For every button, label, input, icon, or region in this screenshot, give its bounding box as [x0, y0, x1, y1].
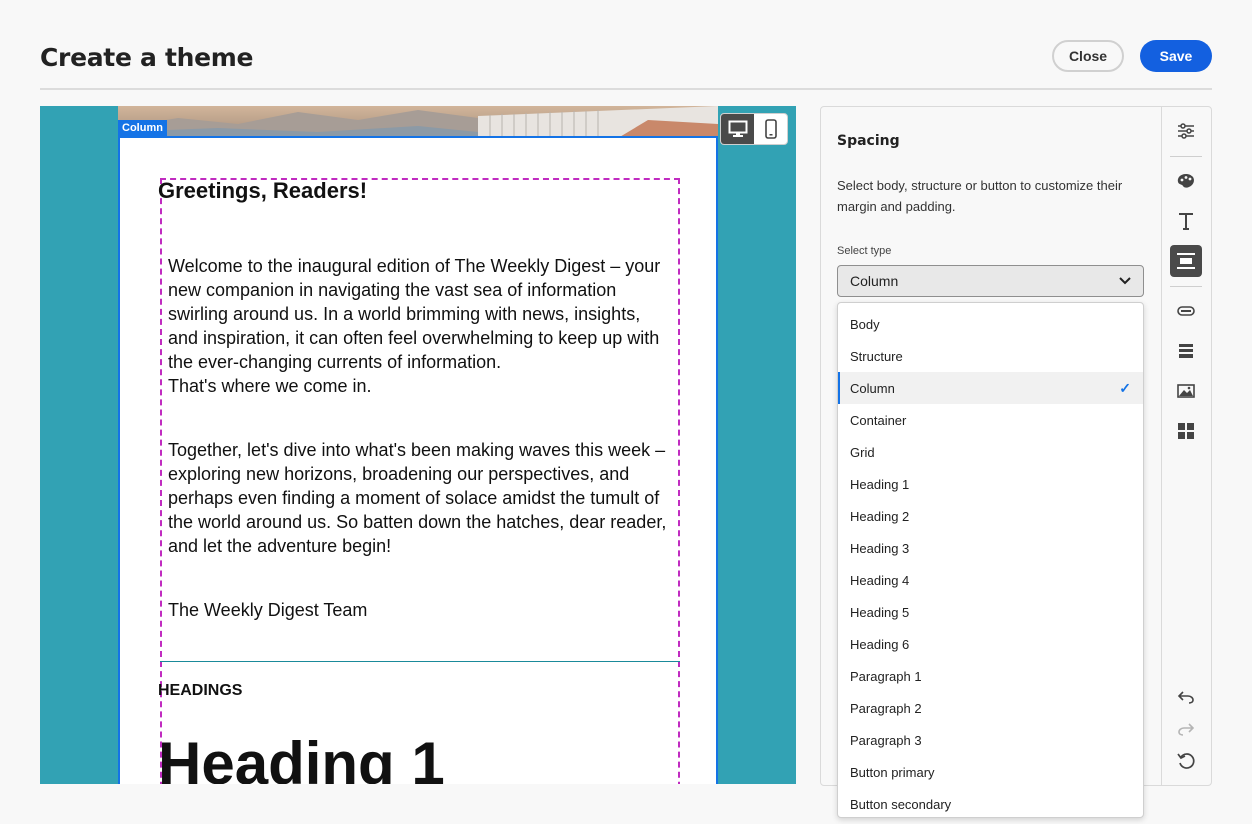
- option-label: Paragraph 2: [850, 700, 922, 716]
- email-preview-canvas[interactable]: Column Greetings, Readers! Welcome to th…: [40, 106, 796, 784]
- option-heading-4[interactable]: Heading 4: [838, 564, 1143, 596]
- option-label: Structure: [850, 348, 903, 364]
- select-type-menu: Body Structure Column ✓ Container Grid He…: [837, 302, 1144, 818]
- option-paragraph-2[interactable]: Paragraph 2: [838, 692, 1143, 724]
- option-grid[interactable]: Grid: [838, 436, 1143, 468]
- option-label: Heading 4: [850, 572, 910, 588]
- select-type-label: Select type: [837, 245, 892, 257]
- option-label: Paragraph 1: [850, 668, 922, 684]
- text-icon: [1179, 213, 1193, 230]
- option-paragraph-1[interactable]: Paragraph 1: [838, 660, 1143, 692]
- email-paragraph-2: Together, let's dive into what's been ma…: [168, 440, 667, 556]
- structure-button[interactable]: [1170, 335, 1202, 367]
- rail-separator: [1170, 156, 1202, 157]
- dialog-header: Create a theme Close Save: [40, 40, 1212, 90]
- option-label: Heading 1: [850, 476, 910, 492]
- option-heading-1[interactable]: Heading 1: [838, 468, 1143, 500]
- close-button[interactable]: Close: [1052, 40, 1124, 72]
- heading-1-sample: Heading 1: [158, 730, 445, 784]
- device-toggle: [720, 113, 788, 145]
- section-divider: [160, 661, 680, 662]
- checkmark-icon: ✓: [1119, 379, 1131, 396]
- option-heading-6[interactable]: Heading 6: [838, 628, 1143, 660]
- mobile-icon: [764, 119, 777, 139]
- settings-sliders-icon: [1178, 123, 1194, 139]
- option-label: Heading 5: [850, 604, 910, 620]
- option-structure[interactable]: Structure: [838, 340, 1143, 372]
- email-signature: The Weekly Digest Team: [168, 600, 368, 620]
- option-label: Button primary: [850, 764, 935, 780]
- hero-image[interactable]: [118, 106, 718, 138]
- typography-button[interactable]: [1170, 205, 1202, 237]
- email-paragraph-1-text: Welcome to the inaugural edition of The …: [168, 256, 661, 372]
- desktop-icon: [728, 120, 747, 137]
- spacing-button[interactable]: [1170, 245, 1202, 277]
- button-style-button[interactable]: [1170, 295, 1202, 327]
- structure-icon: [1179, 344, 1193, 358]
- chevron-down-icon: [1119, 277, 1131, 285]
- email-paragraph-1: Welcome to the inaugural edition of The …: [168, 254, 672, 398]
- option-label: Button secondary: [850, 796, 952, 812]
- select-type-value: Column: [850, 273, 899, 289]
- option-heading-2[interactable]: Heading 2: [838, 500, 1143, 532]
- column-selection-label: Column: [118, 120, 167, 136]
- settings-sliders-button[interactable]: [1170, 115, 1202, 147]
- option-label: Heading 3: [850, 540, 910, 556]
- reset-button[interactable]: [1170, 745, 1202, 777]
- redo-icon: [1178, 723, 1195, 736]
- option-label: Container: [850, 412, 907, 428]
- grid-icon: [1178, 423, 1194, 439]
- grid-button[interactable]: [1170, 415, 1202, 447]
- option-button-primary[interactable]: Button primary: [838, 756, 1143, 788]
- email-paragraph-1-followup: That's where we come in.: [168, 376, 372, 396]
- option-container[interactable]: Container: [838, 404, 1143, 436]
- option-body[interactable]: Body: [838, 308, 1143, 340]
- redo-button[interactable]: [1170, 713, 1202, 745]
- option-paragraph-3[interactable]: Paragraph 3: [838, 724, 1143, 756]
- select-type-dropdown[interactable]: Column: [837, 265, 1144, 297]
- undo-button[interactable]: [1170, 681, 1202, 713]
- palette-icon: [1177, 174, 1194, 188]
- reset-icon: [1177, 753, 1195, 769]
- email-greeting: Greetings, Readers!: [158, 178, 368, 203]
- option-label: Paragraph 3: [850, 732, 922, 748]
- button-icon: [1177, 306, 1195, 316]
- mobile-view-button[interactable]: [754, 114, 787, 144]
- option-heading-3[interactable]: Heading 3: [838, 532, 1143, 564]
- image-button[interactable]: [1170, 375, 1202, 407]
- hero-landscape-graphic: [118, 106, 718, 138]
- panel-rail-divider: [1161, 107, 1162, 785]
- spacing-description: Select body, structure or button to cust…: [837, 178, 1123, 214]
- spacing-icon: [1177, 253, 1195, 269]
- spacing-title: Spacing: [837, 133, 900, 149]
- undo-icon: [1177, 691, 1194, 704]
- option-heading-5[interactable]: Heading 5: [838, 596, 1143, 628]
- option-column[interactable]: Column ✓: [838, 372, 1143, 404]
- option-label: Body: [850, 316, 880, 332]
- option-label: Heading 2: [850, 508, 910, 524]
- page-title: Create a theme: [40, 43, 254, 72]
- option-button-secondary[interactable]: Button secondary: [838, 788, 1143, 817]
- email-column[interactable]: Greetings, Readers! Welcome to the inaug…: [118, 136, 718, 784]
- save-button[interactable]: Save: [1140, 40, 1212, 72]
- option-label: Column: [850, 380, 895, 396]
- headings-section-label: HEADINGS: [158, 682, 243, 699]
- desktop-view-button[interactable]: [721, 114, 754, 144]
- option-label: Grid: [850, 444, 875, 460]
- palette-button[interactable]: [1170, 165, 1202, 197]
- image-icon: [1177, 384, 1195, 398]
- option-label: Heading 6: [850, 636, 910, 652]
- rail-separator: [1170, 286, 1202, 287]
